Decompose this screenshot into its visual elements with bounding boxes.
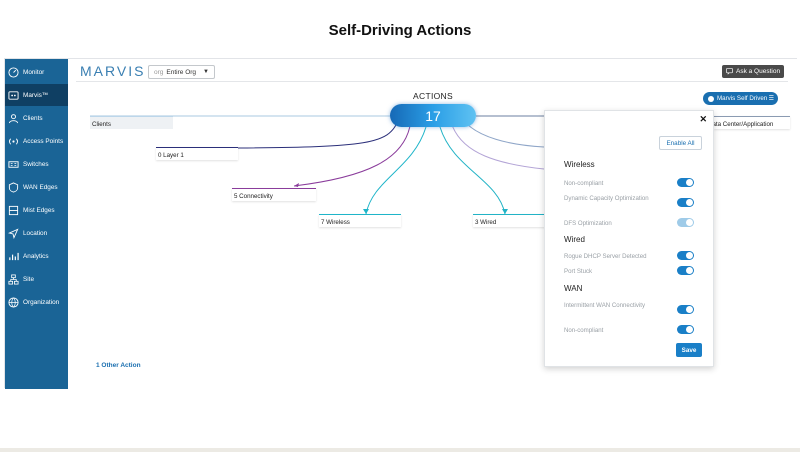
- option-label: Non-compliant: [564, 180, 604, 187]
- option-label: Rogue DHCP Server Detected: [564, 253, 647, 260]
- node-wired[interactable]: 3 Wired: [473, 214, 545, 227]
- toggle-wan-non-compliant[interactable]: [677, 325, 694, 334]
- sidebar-item-label: Analytics: [23, 252, 49, 260]
- sidebar-item-location[interactable]: Location: [5, 222, 68, 244]
- self-driving-settings-panel: ✕ Enable All Wireless Non-compliant Dyna…: [544, 110, 714, 367]
- self-driven-icon: [708, 95, 714, 102]
- clients-icon: [8, 113, 19, 123]
- wan-line: [451, 124, 545, 170]
- sidebar-item-organization[interactable]: Organization: [5, 291, 68, 313]
- section-title-wired: Wired: [564, 235, 585, 244]
- node-wireless[interactable]: 7 Wireless: [319, 214, 401, 227]
- sidebar-item-switches[interactable]: Switches: [5, 153, 68, 175]
- analytics-icon: [9, 252, 19, 260]
- marvis-app-window: Monitor Marvis™ Clients Access Points Sw…: [4, 58, 798, 389]
- other-action-link[interactable]: 1 Other Action: [96, 362, 141, 369]
- switches-icon: [8, 160, 19, 168]
- sidebar-item-label: Monitor: [23, 68, 45, 76]
- connectivity-line: [293, 125, 411, 187]
- monitor-icon: [8, 66, 19, 78]
- toggle-wireless-non-compliant[interactable]: [677, 178, 694, 187]
- location-icon: [8, 227, 19, 239]
- sidebar-item-site[interactable]: Site: [5, 268, 68, 290]
- toggle-dfs-optimization[interactable]: [677, 218, 694, 227]
- slide-title: Self-Driving Actions: [328, 22, 472, 39]
- sidebar-item-label: WAN Edges: [23, 183, 58, 191]
- wan-edges-icon: [8, 181, 19, 193]
- sidebar-item-mist-edges[interactable]: Mist Edges: [5, 199, 68, 221]
- section-title-wireless: Wireless: [564, 160, 595, 169]
- sidebar-item-label: Location: [23, 229, 48, 237]
- self-driven-label: Marvis Self Driven: [717, 95, 768, 102]
- section-title-wan: WAN: [564, 284, 583, 293]
- marvis-icon: [8, 90, 19, 100]
- actions-label: ACTIONS: [413, 91, 453, 101]
- marvis-self-driven-button[interactable]: Marvis Self Driven ☰: [703, 92, 778, 105]
- sidebar-item-label: Clients: [23, 114, 43, 122]
- actions-count-pill[interactable]: 17: [390, 104, 476, 127]
- sidebar-item-access-points[interactable]: Access Points: [5, 130, 68, 152]
- enable-all-button[interactable]: Enable All: [659, 136, 702, 150]
- sidebar-item-analytics[interactable]: Analytics: [5, 245, 68, 267]
- organization-icon: [8, 296, 19, 308]
- node-layer1[interactable]: 0 Layer 1: [156, 147, 238, 160]
- sidebar-item-label: Mist Edges: [23, 206, 55, 214]
- option-label: Intermittent WAN Connectivity: [564, 302, 646, 309]
- option-label: DFS Optimization: [564, 220, 612, 227]
- sidebar-item-label: Switches: [23, 160, 49, 168]
- layer1-line: [237, 120, 399, 149]
- mist-edges-icon: [8, 205, 19, 215]
- sidebar-item-label: Organization: [23, 298, 60, 306]
- toggle-dynamic-capacity[interactable]: [677, 198, 694, 207]
- wired-line: [439, 126, 506, 215]
- toggle-rogue-dhcp[interactable]: [677, 251, 694, 260]
- save-button[interactable]: Save: [676, 343, 702, 357]
- sidebar-item-marvis[interactable]: Marvis™: [5, 84, 68, 106]
- option-label: Non-compliant: [564, 327, 604, 334]
- option-label: Port Stuck: [564, 268, 593, 275]
- footer-rule: [0, 448, 800, 452]
- sidebar-item-label: Site: [23, 275, 35, 283]
- toggle-port-stuck[interactable]: [677, 266, 694, 275]
- sidebar-item-clients[interactable]: Clients: [5, 107, 68, 129]
- main-content: MARVIS org Entire Org ▼ Ask a Question C…: [68, 59, 798, 389]
- sidebar-item-monitor[interactable]: Monitor: [5, 61, 68, 83]
- node-datacenter[interactable]: Data Center/Application: [714, 116, 790, 129]
- security-line: [463, 120, 545, 148]
- site-icon: [8, 274, 19, 284]
- node-clients[interactable]: Clients: [90, 116, 173, 129]
- sidebar-item-label: Marvis™: [23, 91, 49, 99]
- sidebar: Monitor Marvis™ Clients Access Points Sw…: [5, 59, 68, 389]
- sidebar-item-wan-edges[interactable]: WAN Edges: [5, 176, 68, 198]
- toggle-intermittent-wan[interactable]: [677, 305, 694, 314]
- access-points-icon: [9, 137, 18, 145]
- menu-icon: ☰: [768, 96, 774, 102]
- sidebar-item-label: Access Points: [23, 137, 64, 145]
- option-label: Dynamic Capacity Optimization: [564, 195, 649, 202]
- node-connectivity[interactable]: 5 Connectivity: [232, 188, 316, 201]
- close-icon[interactable]: ✕: [699, 114, 707, 125]
